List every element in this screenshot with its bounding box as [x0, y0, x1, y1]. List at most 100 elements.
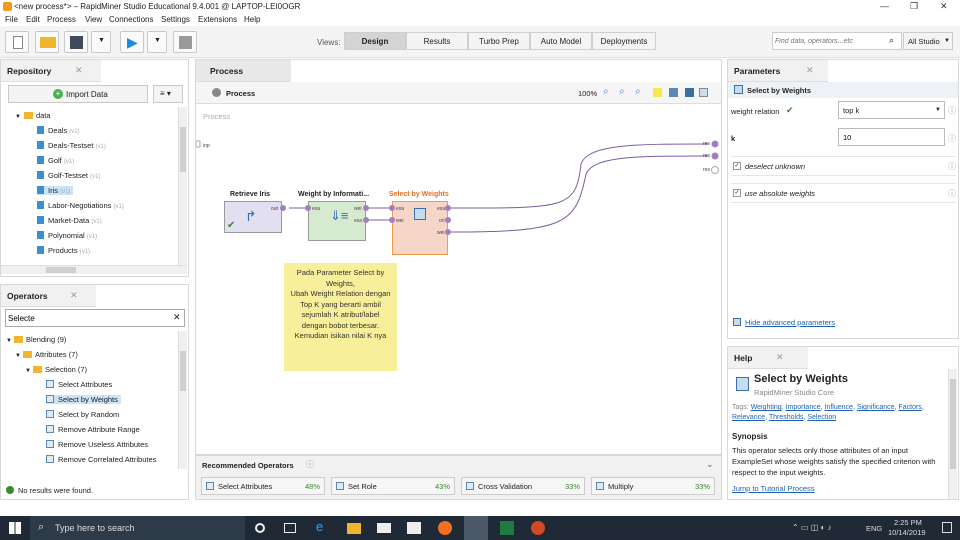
- new-process-button[interactable]: [5, 31, 29, 53]
- open-button[interactable]: [35, 31, 59, 53]
- recommended-item[interactable]: Cross Validation 33%: [461, 477, 585, 495]
- parameters-tab[interactable]: Parameters ✕: [728, 60, 828, 82]
- edge-icon[interactable]: e: [316, 519, 330, 534]
- use-absolute-checkbox[interactable]: ✓: [733, 189, 741, 197]
- repo-folder-data[interactable]: ▼ data: [15, 111, 51, 120]
- op-select-attributes[interactable]: Select Attributes: [46, 380, 112, 389]
- recommended-item[interactable]: Set Role 43%: [331, 477, 455, 495]
- repository-menu-button[interactable]: ≡ ▾: [153, 85, 183, 103]
- deselect-unknown-checkbox[interactable]: ✓: [733, 162, 741, 170]
- op-folder-attributes[interactable]: ▼ Attributes (7): [15, 350, 78, 359]
- close-button[interactable]: ✕: [940, 1, 948, 12]
- tag-link[interactable]: Selection: [807, 414, 836, 421]
- close-icon[interactable]: ✕: [806, 65, 814, 76]
- process-tab[interactable]: Process: [196, 60, 291, 82]
- file-explorer-icon[interactable]: [347, 523, 361, 534]
- close-icon[interactable]: ✕: [75, 65, 83, 76]
- all-studio-dropdown[interactable]: All Studio ▼: [903, 32, 953, 50]
- taskbar-search[interactable]: ⌕ Type here to search: [30, 516, 245, 540]
- zoom-in-icon[interactable]: ⌕: [619, 86, 625, 97]
- scrollbar-thumb[interactable]: [180, 127, 186, 172]
- zoom-fit-icon[interactable]: ⌕: [603, 86, 609, 97]
- help-scrollbar[interactable]: [948, 369, 957, 499]
- deselect-unknown-row[interactable]: ✓ deselect unknown ⓘ: [731, 156, 956, 176]
- excel-icon[interactable]: [500, 521, 514, 535]
- op-remove-attribute-range[interactable]: Remove Attribute Range: [46, 425, 140, 434]
- menu-connections[interactable]: Connections: [109, 15, 153, 24]
- op-remove-correlated[interactable]: Remove Correlated Attributes: [46, 455, 156, 464]
- info-icon[interactable]: ⓘ: [948, 161, 956, 172]
- tab-results[interactable]: Results: [406, 32, 468, 50]
- save-menu-button[interactable]: ▼: [91, 31, 111, 53]
- repo-item[interactable]: Polynomial (v1): [37, 231, 97, 240]
- tag-link[interactable]: Relevance: [732, 414, 765, 421]
- port-out[interactable]: [280, 205, 286, 211]
- tray-icons[interactable]: ⌃ ▭ ◫ ◐ ♪: [792, 523, 832, 532]
- repository-tab[interactable]: Repository ✕: [1, 60, 101, 82]
- stop-button[interactable]: [173, 31, 197, 53]
- operators-tab[interactable]: Operators ✕: [1, 285, 96, 307]
- info-icon[interactable]: ⓘ: [948, 133, 956, 144]
- port-out[interactable]: [445, 229, 451, 235]
- k-input[interactable]: [838, 128, 945, 146]
- tab-design[interactable]: Design: [344, 32, 406, 50]
- global-search-input[interactable]: [775, 35, 883, 48]
- repo-item[interactable]: Labor-Negotiations (v1): [37, 201, 124, 210]
- op-folder-blending[interactable]: ▼ Blending (9): [6, 335, 66, 344]
- help-tab[interactable]: Help ✕: [728, 347, 808, 369]
- rapidminer-taskbar-icon[interactable]: [464, 516, 488, 540]
- task-view-icon[interactable]: [284, 523, 296, 533]
- tutorial-link[interactable]: Jump to Tutorial Process: [732, 484, 815, 493]
- op-select-by-random[interactable]: Select by Random: [46, 410, 119, 419]
- run-button[interactable]: ▶: [120, 31, 144, 53]
- settings-icon[interactable]: [699, 88, 708, 97]
- operators-scrollbar[interactable]: [178, 331, 187, 469]
- tag-link[interactable]: Weighting: [751, 404, 782, 411]
- port-out[interactable]: [363, 205, 369, 211]
- clock-date[interactable]: 10/14/2019: [888, 528, 926, 537]
- port-in[interactable]: [389, 217, 395, 223]
- recommended-item[interactable]: Multiply 33%: [591, 477, 715, 495]
- repo-item[interactable]: Deals-Testset (v1): [37, 141, 106, 150]
- search-icon[interactable]: ⌕: [889, 35, 894, 46]
- minimize-button[interactable]: —: [880, 1, 889, 11]
- port-out[interactable]: [445, 217, 451, 223]
- menu-view[interactable]: View: [85, 15, 102, 24]
- repo-item[interactable]: Market-Data (v1): [37, 216, 102, 225]
- tab-deployments[interactable]: Deployments: [592, 32, 656, 50]
- operator-search[interactable]: ✕: [5, 309, 185, 327]
- repo-item[interactable]: Golf (v1): [37, 156, 74, 165]
- store-icon[interactable]: [407, 522, 421, 534]
- menu-process[interactable]: Process: [47, 15, 76, 24]
- arrange-icon[interactable]: [685, 88, 694, 97]
- tab-auto-model[interactable]: Auto Model: [530, 32, 592, 50]
- save-button[interactable]: [64, 31, 88, 53]
- recommended-item[interactable]: Select Attributes 48%: [201, 477, 325, 495]
- global-search[interactable]: ⌕: [772, 32, 902, 50]
- tag-link[interactable]: Significance: [857, 404, 895, 411]
- close-icon[interactable]: ✕: [70, 290, 78, 301]
- notification-icon[interactable]: [942, 522, 952, 533]
- scrollbar-thumb[interactable]: [950, 379, 956, 469]
- port-out[interactable]: [363, 217, 369, 223]
- repo-item[interactable]: Deals (v1): [37, 126, 80, 135]
- powerpoint-icon[interactable]: [531, 521, 545, 535]
- menu-edit[interactable]: Edit: [26, 15, 40, 24]
- auto-wire-icon[interactable]: [669, 88, 678, 97]
- sticky-note[interactable]: Pada Parameter Select by Weights, Ubah W…: [284, 263, 397, 371]
- run-menu-button[interactable]: ▼: [147, 31, 167, 53]
- close-icon[interactable]: ✕: [776, 352, 784, 363]
- scrollbar-thumb[interactable]: [180, 351, 186, 391]
- tab-turbo-prep[interactable]: Turbo Prep: [468, 32, 530, 50]
- cortana-icon[interactable]: [255, 523, 265, 533]
- weight-relation-select[interactable]: top k ▼: [838, 101, 945, 119]
- windows-start-icon[interactable]: [9, 522, 21, 534]
- tag-link[interactable]: Importance: [786, 404, 821, 411]
- op-remove-useless[interactable]: Remove Useless Attributes: [46, 440, 148, 449]
- port-out[interactable]: [445, 205, 451, 211]
- zoom-out-icon[interactable]: ⌕: [635, 86, 641, 97]
- repo-item[interactable]: Products (v1): [37, 246, 90, 255]
- clock-time[interactable]: 2:25 PM: [894, 518, 922, 527]
- clear-icon[interactable]: ✕: [173, 312, 181, 323]
- breadcrumb[interactable]: Process: [226, 89, 255, 98]
